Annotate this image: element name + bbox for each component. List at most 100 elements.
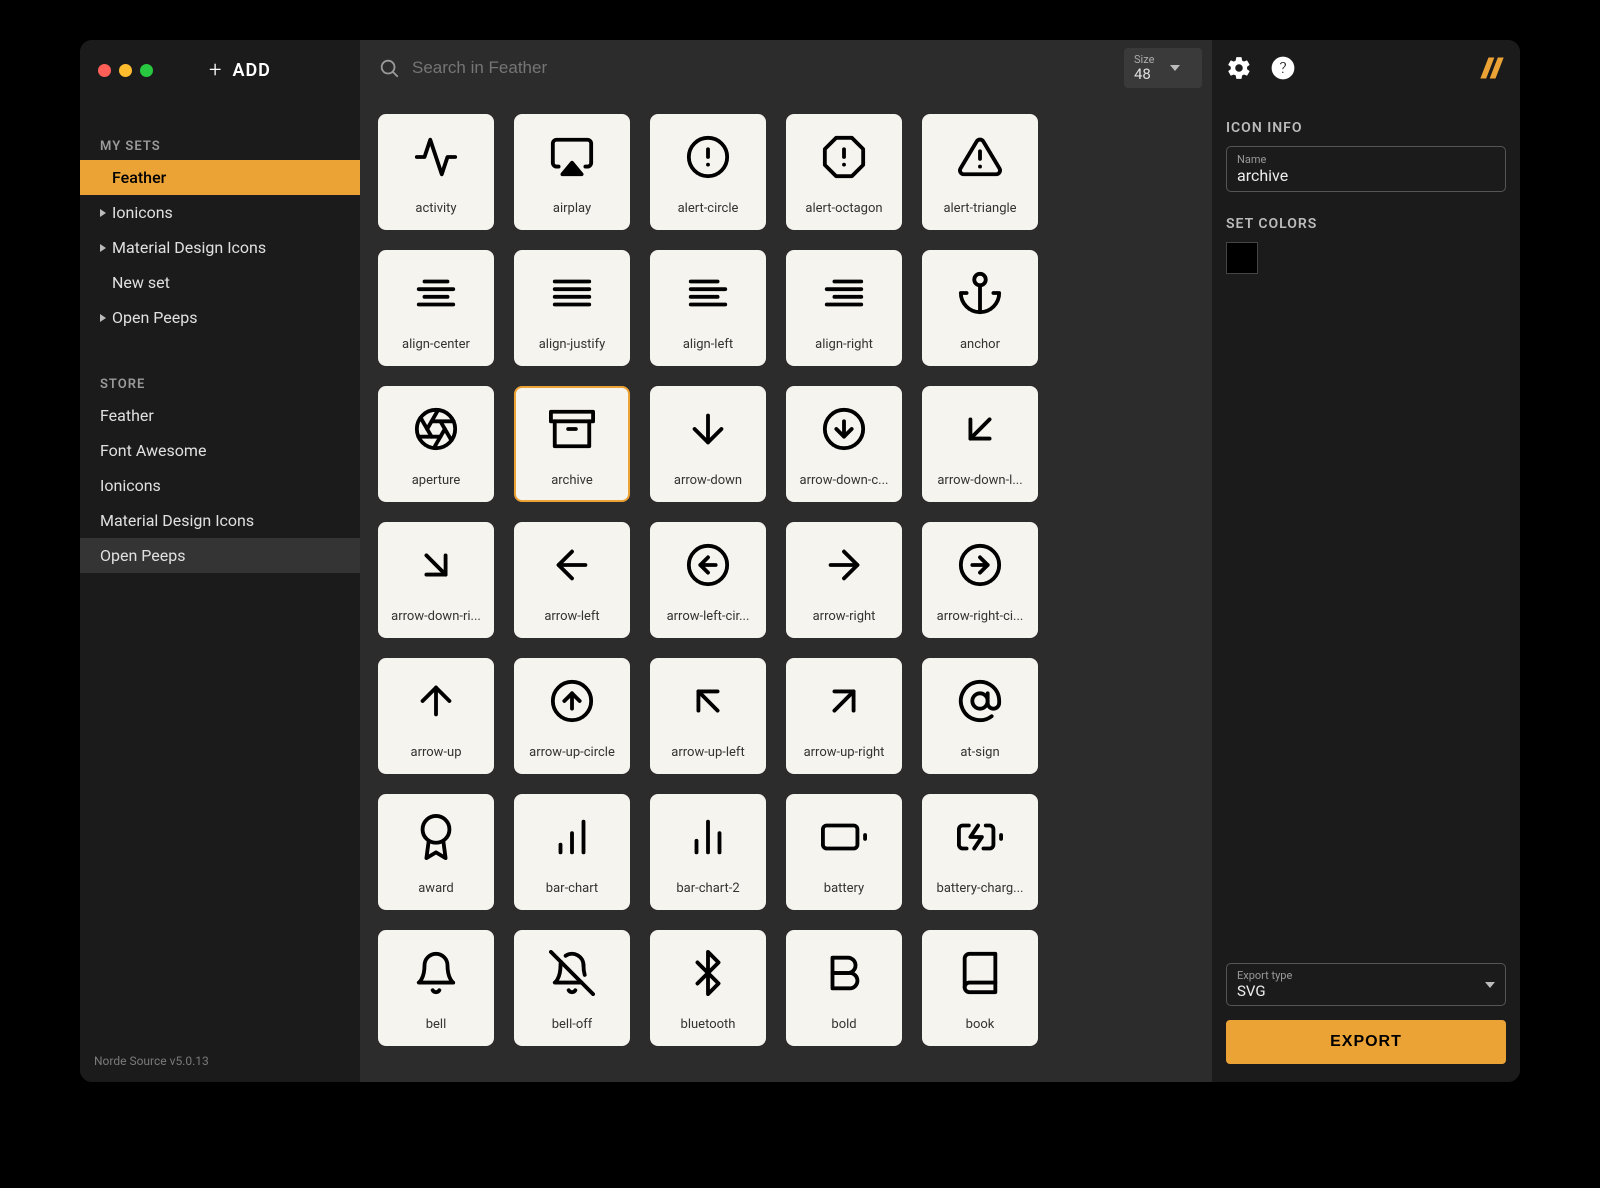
- maximize-window-dot[interactable]: [140, 64, 153, 77]
- icon-card-book[interactable]: book: [922, 930, 1038, 1046]
- sidebar-item-open-peeps[interactable]: Open Peeps: [80, 300, 360, 335]
- store-item-material-design-icons[interactable]: Material Design Icons: [80, 503, 360, 538]
- icon-card-label: arrow-up-right: [804, 745, 885, 760]
- store-item-font-awesome[interactable]: Font Awesome: [80, 433, 360, 468]
- add-button[interactable]: + ADD: [209, 58, 271, 83]
- sidebar: + ADD MY SETS FeatherIoniconsMaterial De…: [80, 40, 360, 1082]
- app-window: + ADD MY SETS FeatherIoniconsMaterial De…: [80, 40, 1520, 1082]
- icon-card-aperture[interactable]: aperture: [378, 386, 494, 502]
- search-input[interactable]: [412, 58, 1114, 78]
- my-sets-heading: MY SETS: [80, 133, 360, 160]
- icon-card-at-sign[interactable]: at-sign: [922, 658, 1038, 774]
- icon-card-award[interactable]: award: [378, 794, 494, 910]
- sidebar-item-new-set[interactable]: New set: [80, 265, 360, 300]
- icon-card-arrow-left[interactable]: arrow-left: [514, 522, 630, 638]
- sidebar-item-label: New set: [112, 273, 170, 292]
- sidebar-item-label: Open Peeps: [100, 546, 185, 565]
- icon-card-label: alert-octagon: [805, 201, 882, 216]
- bold-icon: [821, 950, 867, 996]
- icon-card-arrow-up-right[interactable]: arrow-up-right: [786, 658, 902, 774]
- arrow-up-icon: [413, 678, 459, 724]
- icon-card-anchor[interactable]: anchor: [922, 250, 1038, 366]
- icon-card-activity[interactable]: activity: [378, 114, 494, 230]
- icon-card-label: align-justify: [539, 337, 606, 352]
- sidebar-item-material-design-icons[interactable]: Material Design Icons: [80, 230, 360, 265]
- icon-card-arrow-left-circle[interactable]: arrow-left-cir...: [650, 522, 766, 638]
- icon-card-arrow-up-circle[interactable]: arrow-up-circle: [514, 658, 630, 774]
- icon-card-arrow-right[interactable]: arrow-right: [786, 522, 902, 638]
- bell-icon: [413, 950, 459, 996]
- export-type-label: Export type: [1237, 970, 1292, 982]
- sidebar-item-label: Ionicons: [100, 476, 161, 495]
- color-swatch[interactable]: [1226, 242, 1258, 274]
- airplay-icon: [549, 134, 595, 180]
- icon-card-align-center[interactable]: align-center: [378, 250, 494, 366]
- icon-card-arrow-up[interactable]: arrow-up: [378, 658, 494, 774]
- icon-card-alert-circle[interactable]: alert-circle: [650, 114, 766, 230]
- arrow-left-icon: [549, 542, 595, 588]
- icon-card-bell[interactable]: bell: [378, 930, 494, 1046]
- icon-card-bar-chart-2[interactable]: bar-chart-2: [650, 794, 766, 910]
- icon-card-arrow-right-circle[interactable]: arrow-right-ci...: [922, 522, 1038, 638]
- window-controls: + ADD: [80, 40, 360, 83]
- app-logo: [1478, 54, 1506, 82]
- store-item-open-peeps[interactable]: Open Peeps: [80, 538, 360, 573]
- icon-card-bell-off[interactable]: bell-off: [514, 930, 630, 1046]
- icon-card-battery[interactable]: battery: [786, 794, 902, 910]
- close-window-dot[interactable]: [98, 64, 111, 77]
- icon-card-bold[interactable]: bold: [786, 930, 902, 1046]
- export-type-select[interactable]: Export type SVG: [1226, 963, 1506, 1006]
- icon-card-label: arrow-down-c...: [800, 473, 889, 488]
- award-icon: [413, 814, 459, 860]
- icon-card-arrow-up-left[interactable]: arrow-up-left: [650, 658, 766, 774]
- icon-card-align-left[interactable]: align-left: [650, 250, 766, 366]
- help-icon[interactable]: ?: [1270, 55, 1296, 81]
- bar-chart-2-icon: [685, 814, 731, 860]
- icon-card-label: align-center: [402, 337, 470, 352]
- minimize-window-dot[interactable]: [119, 64, 132, 77]
- icon-info-heading: ICON INFO: [1226, 120, 1506, 136]
- icon-card-airplay[interactable]: airplay: [514, 114, 630, 230]
- anchor-icon: [957, 270, 1003, 316]
- icon-card-label: battery: [824, 881, 864, 896]
- icon-card-label: anchor: [960, 337, 1000, 352]
- gear-icon[interactable]: [1226, 55, 1252, 81]
- sidebar-item-label: Feather: [112, 168, 166, 187]
- icon-card-alert-octagon[interactable]: alert-octagon: [786, 114, 902, 230]
- alert-octagon-icon: [821, 134, 867, 180]
- store-heading: STORE: [80, 371, 360, 398]
- icon-card-arrow-down[interactable]: arrow-down: [650, 386, 766, 502]
- alert-triangle-icon: [957, 134, 1003, 180]
- icon-card-align-right[interactable]: align-right: [786, 250, 902, 366]
- icon-card-label: arrow-right: [813, 609, 876, 624]
- store-item-ionicons[interactable]: Ionicons: [80, 468, 360, 503]
- icon-card-label: align-left: [683, 337, 733, 352]
- sidebar-item-feather[interactable]: Feather: [80, 160, 360, 195]
- icon-card-arrow-down-right[interactable]: arrow-down-ri...: [378, 522, 494, 638]
- icon-card-label: archive: [551, 473, 593, 488]
- icon-card-label: battery-charg...: [937, 881, 1024, 896]
- icon-card-battery-charging[interactable]: battery-charg...: [922, 794, 1038, 910]
- icon-card-arrow-down-left[interactable]: arrow-down-l...: [922, 386, 1038, 502]
- chevron-down-icon: [1170, 65, 1180, 71]
- icon-card-label: bluetooth: [681, 1017, 736, 1032]
- icon-card-align-justify[interactable]: align-justify: [514, 250, 630, 366]
- sidebar-item-ionicons[interactable]: Ionicons: [80, 195, 360, 230]
- chevron-down-icon: [1485, 982, 1495, 988]
- add-button-label: ADD: [232, 60, 270, 81]
- export-type-value: SVG: [1237, 983, 1292, 1000]
- icon-grid-scroll[interactable]: activityairplayalert-circle alert-octagon…: [360, 96, 1212, 1082]
- icon-card-archive[interactable]: archive: [514, 386, 630, 502]
- icon-card-arrow-down-circle[interactable]: arrow-down-c...: [786, 386, 902, 502]
- store-item-feather[interactable]: Feather: [80, 398, 360, 433]
- size-select[interactable]: Size 48: [1124, 48, 1202, 89]
- icon-card-bluetooth[interactable]: bluetooth: [650, 930, 766, 1046]
- icon-card-label: arrow-left: [544, 609, 599, 624]
- export-button[interactable]: EXPORT: [1226, 1020, 1506, 1064]
- name-field[interactable]: Name archive: [1226, 146, 1506, 192]
- icon-card-bar-chart[interactable]: bar-chart: [514, 794, 630, 910]
- icon-card-label: arrow-right-ci...: [937, 609, 1024, 624]
- book-icon: [957, 950, 1003, 996]
- at-sign-icon: [957, 678, 1003, 724]
- icon-card-alert-triangle[interactable]: alert-triangle: [922, 114, 1038, 230]
